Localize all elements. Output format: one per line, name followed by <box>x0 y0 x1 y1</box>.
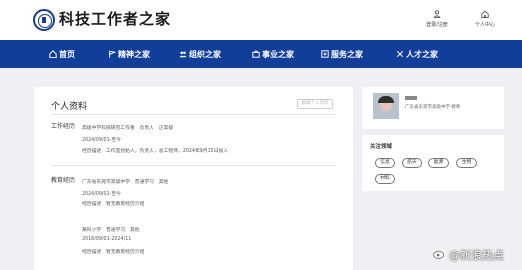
flag-icon <box>109 50 116 58</box>
work-line-org: 高级中学科技研究工作者 负责人 正高级 <box>82 126 174 131</box>
main-nav: 首页 精神之家 组织之家 事业之家 服务之家 人才之家 <box>0 40 522 68</box>
user-org: 广东省东莞市高级中学·教师 <box>405 105 461 110</box>
home-icon <box>481 10 489 18</box>
watermark-text: @新浪热点 <box>449 249 504 262</box>
talent-icon <box>396 50 404 58</box>
work-experience-label: 工作经历 <box>51 123 76 130</box>
personal-center-button[interactable]: 个人中心 <box>468 10 502 28</box>
edu2-line-school: 某科小学 普通学习 其他 <box>82 228 140 233</box>
emblem-logo[interactable] <box>33 9 55 31</box>
interest-tag[interactable]: 航天 <box>402 158 422 168</box>
section-title: 个人资料 <box>51 102 88 112</box>
avatar[interactable] <box>373 93 399 119</box>
nav-item-label: 人才之家 <box>406 49 438 59</box>
interest-tag[interactable]: 信息 <box>375 158 395 168</box>
weibo-icon <box>433 248 446 259</box>
edu2-line-desc: 经历描述 暂无教育经历介绍 <box>82 250 145 255</box>
edu1-line-date: 2024/09/01-至今 <box>82 192 121 197</box>
briefcase-icon <box>252 50 260 58</box>
personal-center-label: 个人中心 <box>474 22 495 28</box>
edit-profile-button[interactable]: 编辑个人资料 <box>297 99 333 109</box>
interests-title: 关注领域 <box>370 144 393 150</box>
interest-tag[interactable]: 材料 <box>375 174 395 184</box>
site-title[interactable]: 科技工作者之家 <box>59 8 171 29</box>
nav-item-label: 精神之家 <box>118 49 150 59</box>
service-icon <box>321 50 329 58</box>
edu1-line-school: 广东省东莞市高级中学 普通学习 其他 <box>82 180 169 185</box>
login-register-label: 登录/注册 <box>426 22 448 28</box>
education-label: 教育经历 <box>51 177 76 184</box>
group-icon <box>179 51 187 58</box>
nav-item-organization[interactable]: 组织之家 <box>179 40 221 68</box>
section-divider <box>51 165 336 166</box>
login-register-button[interactable]: 登录/注册 <box>420 10 454 28</box>
user-icon <box>433 10 441 18</box>
interest-tag[interactable]: 生物 <box>456 158 477 168</box>
nav-item-label: 事业之家 <box>262 49 294 59</box>
title-divider <box>51 114 336 115</box>
nav-item-career[interactable]: 事业之家 <box>252 40 294 68</box>
header-bar: 科技工作者之家 登录/注册 个人中心 <box>0 0 522 40</box>
interest-tag[interactable]: 能源 <box>428 158 449 168</box>
nav-item-talent[interactable]: 人才之家 <box>396 40 438 68</box>
nav-item-label: 服务之家 <box>331 49 363 59</box>
work-line-desc: 经历描述 工作室创始人，负责人，总工程师，2024年9月15日加入 <box>82 149 229 154</box>
home-icon <box>49 50 57 58</box>
edu2-line-date: 2016/09/01-2024/11 <box>82 237 132 242</box>
nav-item-home[interactable]: 首页 <box>49 40 75 68</box>
nav-item-service[interactable]: 服务之家 <box>321 40 363 68</box>
nav-item-label: 首页 <box>59 49 75 59</box>
edu1-line-desc: 经历描述 暂无教育经历介绍 <box>82 202 145 207</box>
user-name-redacted <box>405 96 417 100</box>
work-line-date: 2024/09/01-至今 <box>82 138 121 143</box>
nav-item-spirit[interactable]: 精神之家 <box>108 40 150 68</box>
nav-item-label: 组织之家 <box>189 49 221 59</box>
